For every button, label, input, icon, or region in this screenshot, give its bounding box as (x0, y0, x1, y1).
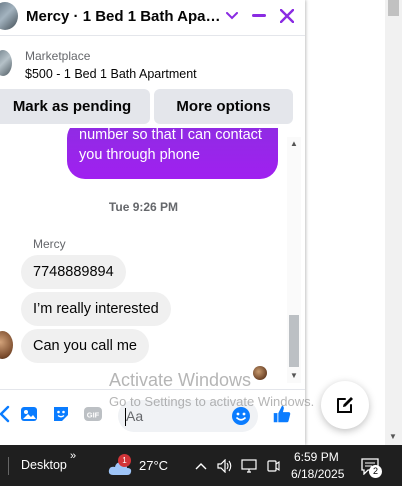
text-cursor (125, 408, 126, 426)
message-list: number so that I can contact you through… (0, 128, 287, 382)
taskbar: Desktop » 1 27°C 6:59 PM 6/18/2025 2 (0, 445, 402, 486)
activate-windows-title: Activate Windows (109, 370, 252, 390)
notification-count: 2 (369, 465, 382, 478)
page-scroll-down-icon[interactable]: ▼ (389, 432, 397, 441)
meet-now-icon[interactable] (264, 457, 282, 475)
activate-windows-subtitle: Go to Settings to activate Windows. (109, 394, 315, 409)
page-scrollbar[interactable]: ▼ (385, 0, 402, 445)
scroll-up-icon[interactable]: ▲ (290, 139, 298, 148)
sender-name: Mercy (33, 237, 66, 251)
desktop-toolbar-label[interactable]: Desktop (21, 458, 67, 472)
chevron-down-icon[interactable] (220, 4, 244, 28)
minimize-icon[interactable] (247, 4, 271, 28)
avatar[interactable] (0, 2, 18, 30)
new-message-button[interactable] (321, 381, 369, 429)
listing-title: $500 - 1 Bed 1 Bath Apartment (25, 67, 197, 81)
mark-as-pending-button[interactable]: Mark as pending (0, 89, 150, 124)
more-actions-icon[interactable] (0, 403, 16, 425)
sticker-icon[interactable] (50, 403, 72, 425)
sender-avatar (0, 331, 13, 359)
listing-summary[interactable]: Marketplace $500 - 1 Bed 1 Bath Apartmen… (0, 40, 305, 88)
temperature[interactable]: 27°C (139, 458, 168, 473)
chevron-up-icon[interactable] (192, 457, 210, 475)
gif-icon[interactable]: GIF (82, 403, 104, 425)
page-scrollbar-thumb[interactable] (388, 0, 399, 16)
scroll-down-icon[interactable]: ▼ (290, 371, 298, 380)
incoming-message[interactable]: 7748889894 (21, 255, 126, 289)
incoming-message[interactable]: Can you call me (21, 329, 149, 363)
message-scrollbar-thumb[interactable] (289, 315, 299, 367)
svg-text:GIF: GIF (87, 411, 100, 420)
close-icon[interactable] (275, 4, 299, 28)
toolbar-expand-icon[interactable]: » (70, 450, 76, 462)
clock-time[interactable]: 6:59 PM (294, 450, 339, 464)
weather-badge: 1 (118, 454, 131, 467)
message-timestamp: Tue 9:26 PM (108, 200, 179, 214)
listing-category: Marketplace (25, 49, 91, 63)
chat-title[interactable]: Mercy · 1 Bed 1 Bath Apart... (26, 8, 222, 25)
seen-avatar (253, 366, 267, 380)
message-scrollbar[interactable]: ▲ ▼ (287, 137, 301, 383)
outgoing-message[interactable]: number so that I can contact you through… (67, 128, 278, 179)
chat-header: Mercy · 1 Bed 1 Bath Apart... (0, 0, 305, 36)
taskbar-divider (8, 457, 9, 475)
network-icon[interactable] (240, 457, 258, 475)
incoming-message[interactable]: I’m really interested (21, 292, 171, 326)
clock-date[interactable]: 6/18/2025 (291, 467, 344, 481)
more-options-button[interactable]: More options (154, 89, 293, 124)
listing-thumbnail (0, 50, 12, 76)
volume-icon[interactable] (216, 457, 234, 475)
compose-icon (337, 397, 353, 413)
photo-icon[interactable] (18, 403, 40, 425)
